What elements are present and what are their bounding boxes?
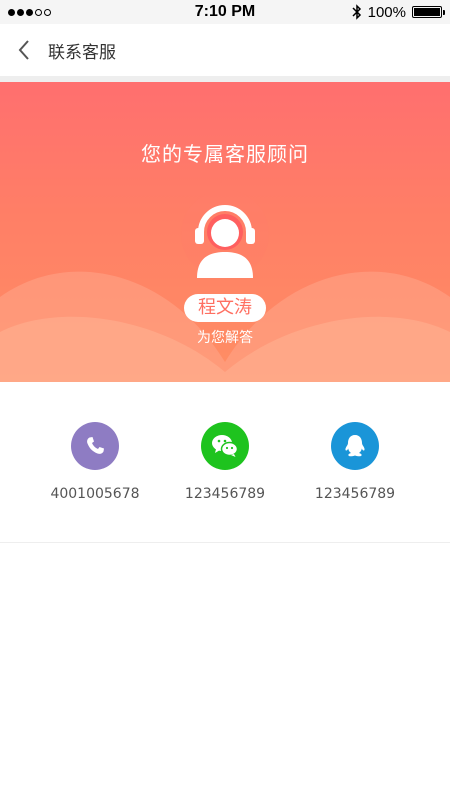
status-bar: 7:10 PM 100% [0,0,450,24]
battery-icon [412,6,445,18]
title-bar: 联系客服 [0,24,450,76]
page-title: 联系客服 [48,42,116,63]
wechat-icon [212,435,239,457]
section-divider [0,542,450,543]
phone-icon [87,437,104,454]
wechat-button[interactable] [201,422,249,470]
advisor-name: 程文涛 [184,294,266,322]
advisor-banner: 您的专属客服顾问 程文涛 为您解答 [0,82,450,382]
qq-icon [345,435,365,457]
banner-title: 您的专属客服顾问 [141,142,309,166]
qq-button[interactable] [331,422,379,470]
qq-contact[interactable]: 123456789 [295,422,415,502]
customer-service-avatar-icon [181,190,269,278]
phone-button[interactable] [71,422,119,470]
banner-subtitle: 为您解答 [197,330,253,346]
wechat-contact[interactable]: 123456789 [165,422,285,502]
phone-number: 4001005678 [50,486,140,502]
qq-number: 123456789 [314,486,396,502]
back-button[interactable] [6,24,42,76]
wechat-id: 123456789 [184,486,266,502]
contact-methods: 4001005678 123456789 123456789 [0,382,450,542]
chevron-left-icon [18,40,29,60]
phone-contact[interactable]: 4001005678 [35,422,155,502]
status-time: 7:10 PM [194,3,256,20]
